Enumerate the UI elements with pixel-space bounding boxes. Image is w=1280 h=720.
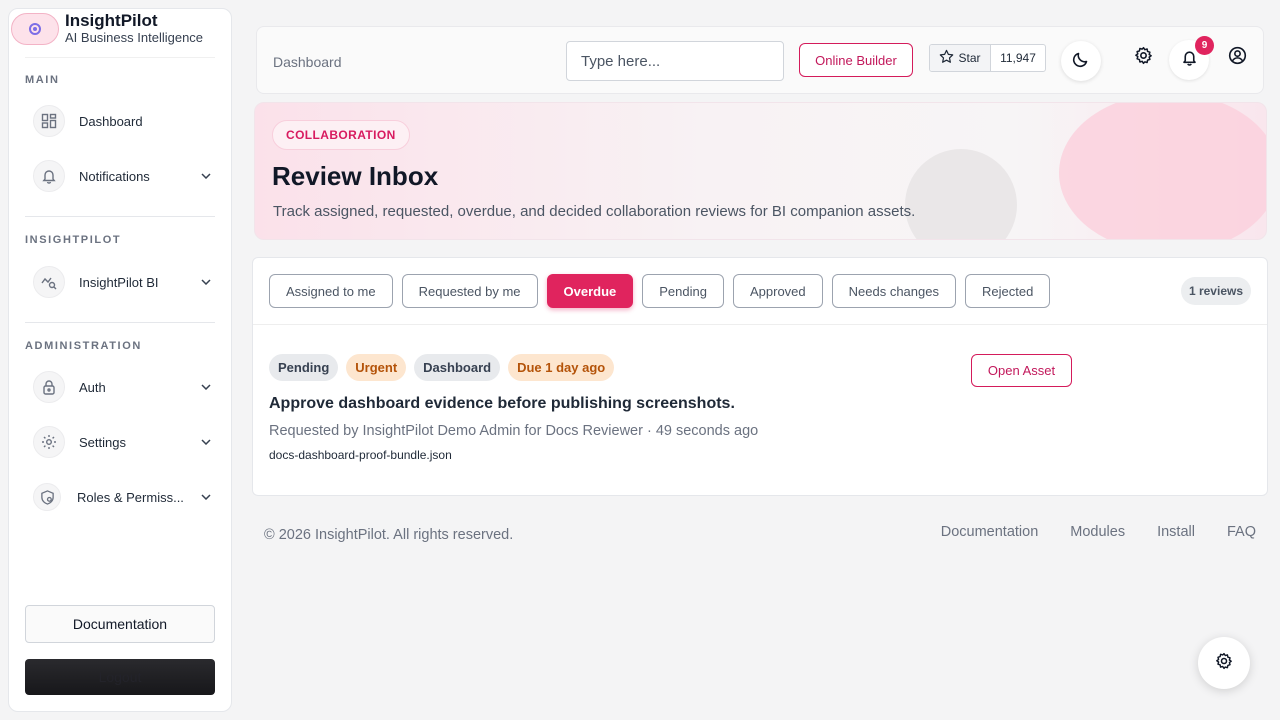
bell-icon [33, 160, 65, 192]
footer-link-faq[interactable]: FAQ [1227, 524, 1256, 540]
footer-link-modules[interactable]: Modules [1070, 524, 1125, 540]
notification-count-badge: 9 [1195, 36, 1214, 55]
filter-overdue[interactable]: Overdue [546, 274, 634, 308]
decorative-blob [1059, 103, 1266, 239]
sidebar-item-settings[interactable]: Settings [33, 424, 213, 460]
logout-button[interactable]: Logout [25, 659, 215, 695]
section-label-main: MAIN [25, 74, 60, 86]
moon-icon [1072, 50, 1090, 73]
sidebar-item-dashboard[interactable]: Dashboard [33, 103, 213, 139]
chevron-down-icon [199, 169, 213, 183]
section-label-administration: ADMINISTRATION [25, 340, 142, 352]
logo-icon [11, 12, 59, 45]
gear-icon [33, 426, 65, 458]
decorative-blob [905, 149, 1017, 239]
brand-divider [25, 57, 215, 58]
filter-approved[interactable]: Approved [732, 274, 823, 308]
sidebar: InsightPilot AI Business Intelligence MA… [8, 8, 232, 712]
brand-subtitle: AI Business Intelligence [65, 30, 204, 45]
copyright-text: © 2026 InsightPilot. All rights reserved… [264, 527, 514, 543]
user-circle-icon [1228, 46, 1247, 70]
sidebar-item-label: Dashboard [79, 113, 143, 129]
asset-type-badge: Dashboard [414, 354, 501, 381]
breadcrumb[interactable]: Dashboard [273, 54, 342, 70]
page-title: Review Inbox [272, 161, 439, 191]
footer-link-install[interactable]: Install [1157, 524, 1195, 540]
status-badge: Pending [269, 354, 339, 381]
search-input[interactable] [566, 41, 784, 81]
chevron-down-icon [199, 490, 213, 504]
filter-pending[interactable]: Pending [642, 274, 724, 308]
shield-icon [33, 483, 61, 511]
footer-nav: Documentation Modules Install FAQ [941, 524, 1256, 540]
review-title: Approve dashboard evidence before publis… [269, 395, 735, 412]
sidebar-item-auth[interactable]: Auth [33, 369, 213, 405]
filter-rejected[interactable]: Rejected [964, 274, 1051, 308]
documentation-button[interactable]: Documentation [25, 605, 215, 643]
brand[interactable]: InsightPilot AI Business Intelligence [11, 11, 203, 46]
bell-icon [1181, 49, 1198, 71]
star-button[interactable]: Star [930, 45, 991, 71]
section-tag: COLLABORATION [272, 120, 410, 150]
sidebar-item-label: Roles & Permiss... [77, 489, 184, 505]
chart-search-icon [33, 266, 65, 298]
filter-requested-by-me[interactable]: Requested by me [401, 274, 538, 308]
panel-divider [253, 324, 1267, 325]
filter-bar: Assigned to me Requested by me Overdue P… [269, 274, 1051, 308]
sidebar-item-insightpilot-bi[interactable]: InsightPilot BI [33, 264, 213, 300]
chevron-down-icon [199, 435, 213, 449]
sidebar-item-label: Auth [79, 379, 106, 395]
star-icon [939, 49, 954, 67]
theme-toggle-button[interactable] [1061, 41, 1101, 81]
star-label: Star [958, 51, 981, 65]
star-widget: Star 11,947 [929, 44, 1046, 72]
sidebar-item-label: InsightPilot BI [79, 274, 159, 290]
page-header: COLLABORATION Review Inbox Track assigne… [254, 102, 1267, 240]
open-asset-button[interactable]: Open Asset [971, 354, 1072, 387]
priority-badge: Urgent [346, 354, 407, 381]
gear-icon [1215, 652, 1233, 675]
sidebar-item-roles-permissions[interactable]: Roles & Permiss... [33, 479, 213, 515]
review-meta: Requested by InsightPilot Demo Admin for… [269, 423, 759, 439]
brand-name: InsightPilot [65, 11, 158, 30]
settings-button[interactable] [1123, 38, 1163, 78]
sidebar-item-label: Notifications [79, 168, 150, 184]
review-tags: Pending Urgent Dashboard Due 1 day ago [269, 354, 615, 381]
chevron-down-icon [199, 380, 213, 394]
due-badge: Due 1 day ago [508, 354, 615, 381]
sidebar-divider [25, 322, 215, 323]
sidebar-item-notifications[interactable]: Notifications [33, 158, 213, 194]
sidebar-divider [25, 216, 215, 217]
online-builder-button[interactable]: Online Builder [799, 43, 913, 77]
page-description: Track assigned, requested, overdue, and … [273, 203, 916, 220]
grid-icon [33, 105, 65, 137]
lock-icon [33, 371, 65, 403]
settings-fab-button[interactable] [1198, 637, 1250, 689]
review-count-badge: 1 reviews [1180, 277, 1251, 305]
footer-link-documentation[interactable]: Documentation [941, 524, 1039, 540]
star-count[interactable]: 11,947 [991, 45, 1045, 71]
filter-needs-changes[interactable]: Needs changes [831, 274, 956, 308]
review-panel: Assigned to me Requested by me Overdue P… [252, 257, 1268, 496]
sidebar-item-label: Settings [79, 434, 126, 450]
top-bar: Dashboard Online Builder Star 11,947 9 [256, 26, 1264, 94]
filter-assigned-to-me[interactable]: Assigned to me [269, 274, 393, 308]
section-label-insightpilot: INSIGHTPILOT [25, 234, 122, 246]
review-file-name: docs-dashboard-proof-bundle.json [269, 448, 452, 462]
gear-icon [1134, 46, 1153, 70]
user-menu-button[interactable] [1217, 38, 1257, 78]
chevron-down-icon [199, 275, 213, 289]
